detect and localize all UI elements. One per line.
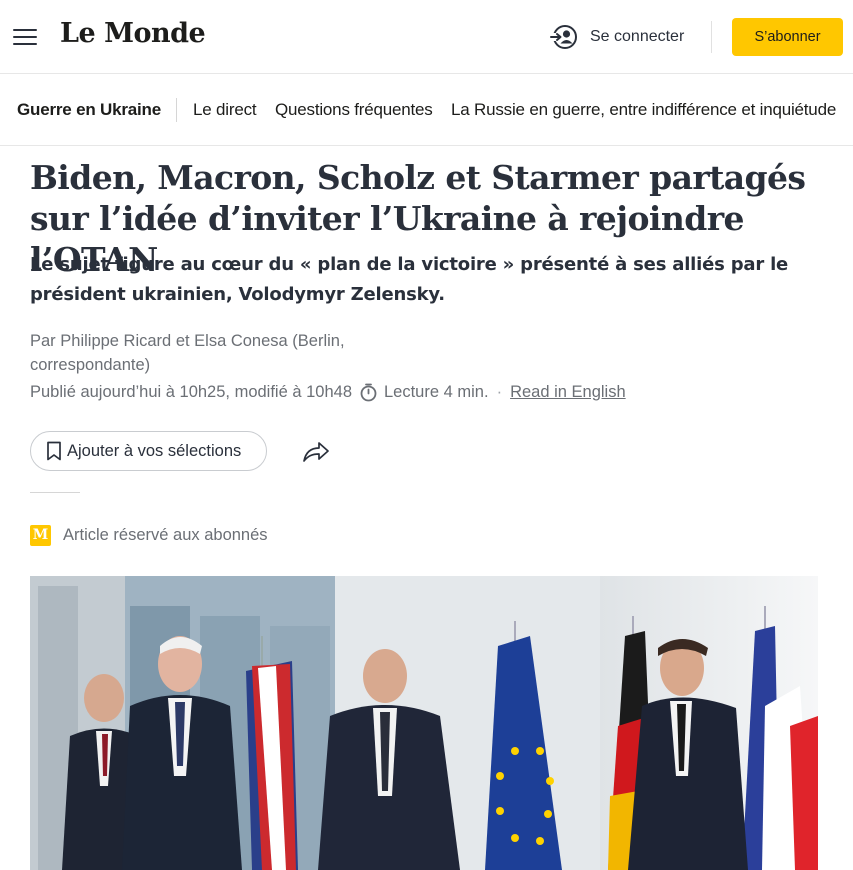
nav-item-russie[interactable]: La Russie en guerre, entre indifférence … [451,100,836,120]
article-subhead: Le sujet figure au cœur du « plan de la … [30,254,789,305]
site-header: Le Monde Se connecter S’abonner [0,0,853,74]
section-nav: Guerre en Ukraine Le direct Questions fr… [0,74,853,146]
subscriber-badge-icon: M [30,524,51,546]
nav-item-le-direct[interactable]: Le direct [193,100,257,120]
meta-separator: · [496,382,503,401]
article-byline: Par Philippe Ricard et Elsa Conesa (Berl… [30,332,345,374]
reading-time: Lecture 4 min. [384,382,489,401]
subscriber-only-label: Article réservé aux abonnés [63,525,268,544]
nav-section-title[interactable]: Guerre en Ukraine [17,100,161,120]
user-login-icon [550,25,577,49]
header-divider [711,21,712,53]
bookmark-icon [47,441,61,461]
add-to-selections-button[interactable]: Ajouter à vos sélections [30,431,267,471]
article-meta: Publié aujourd’hui à 10h25, modifié à 10… [30,380,626,404]
menu-icon[interactable] [13,27,37,47]
divider [30,492,80,493]
subscriber-only-notice: M Article réservé aux abonnés [30,523,268,547]
login-button[interactable]: Se connecter [550,24,684,50]
nav-item-questions[interactable]: Questions fréquentes [275,100,433,120]
publish-date: Publié aujourd’hui à 10h25, modifié à 10… [30,382,352,401]
article-photo [30,576,818,870]
subscribe-button[interactable]: S’abonner [732,18,843,56]
site-logo[interactable]: Le Monde [60,18,206,49]
read-in-english-link[interactable]: Read in English [510,383,626,402]
share-icon[interactable] [302,440,330,464]
add-to-selections-label: Ajouter à vos sélections [67,441,242,460]
nav-divider [176,98,177,122]
login-label: Se connecter [590,28,685,45]
clock-icon [360,383,377,402]
